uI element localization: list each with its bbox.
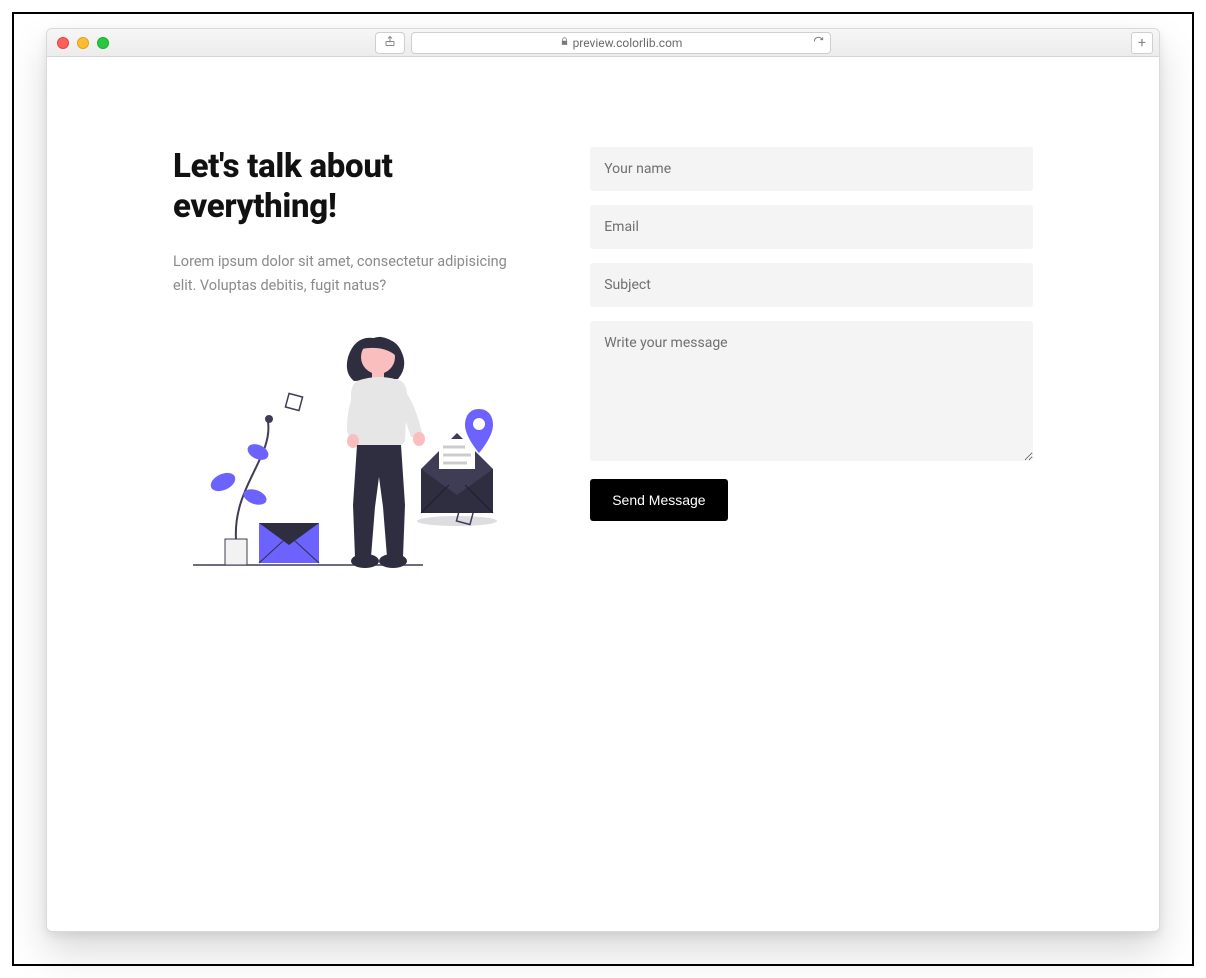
reload-button[interactable] xyxy=(813,36,824,50)
page-viewport: Let's talk about everything! Lorem ipsum… xyxy=(47,57,1159,931)
send-message-button[interactable]: Send Message xyxy=(590,479,727,521)
heading-line-1: Let's talk about xyxy=(173,147,393,186)
lock-icon xyxy=(560,37,569,49)
message-textarea[interactable] xyxy=(590,321,1033,461)
page-content: Let's talk about everything! Lorem ipsum… xyxy=(143,57,1063,577)
minimize-window-button[interactable] xyxy=(77,37,89,49)
intro-column: Let's talk about everything! Lorem ipsum… xyxy=(173,147,550,577)
close-window-button[interactable] xyxy=(57,37,69,49)
plus-icon: + xyxy=(1138,35,1146,51)
page-heading: Let's talk about everything! xyxy=(173,147,550,228)
subject-input[interactable] xyxy=(590,263,1033,307)
maximize-window-button[interactable] xyxy=(97,37,109,49)
window-controls xyxy=(57,37,109,49)
address-bar[interactable]: preview.colorlib.com xyxy=(411,32,831,54)
new-tab-button[interactable]: + xyxy=(1131,32,1153,54)
url-text: preview.colorlib.com xyxy=(573,36,683,50)
contact-form: Send Message xyxy=(590,147,1033,577)
share-button[interactable] xyxy=(375,32,405,54)
heading-line-2: everything! xyxy=(173,187,337,226)
page-subtext: Lorem ipsum dolor sit amet, consectetur … xyxy=(173,250,513,299)
browser-window: preview.colorlib.com + Let's talk about … xyxy=(46,28,1160,932)
email-input[interactable] xyxy=(590,205,1033,249)
address-bar-area: preview.colorlib.com xyxy=(375,32,831,54)
contact-illustration xyxy=(173,317,503,577)
name-input[interactable] xyxy=(590,147,1033,191)
browser-titlebar: preview.colorlib.com + xyxy=(47,29,1159,57)
screenshot-frame: preview.colorlib.com + Let's talk about … xyxy=(12,12,1194,966)
share-icon xyxy=(384,35,396,50)
